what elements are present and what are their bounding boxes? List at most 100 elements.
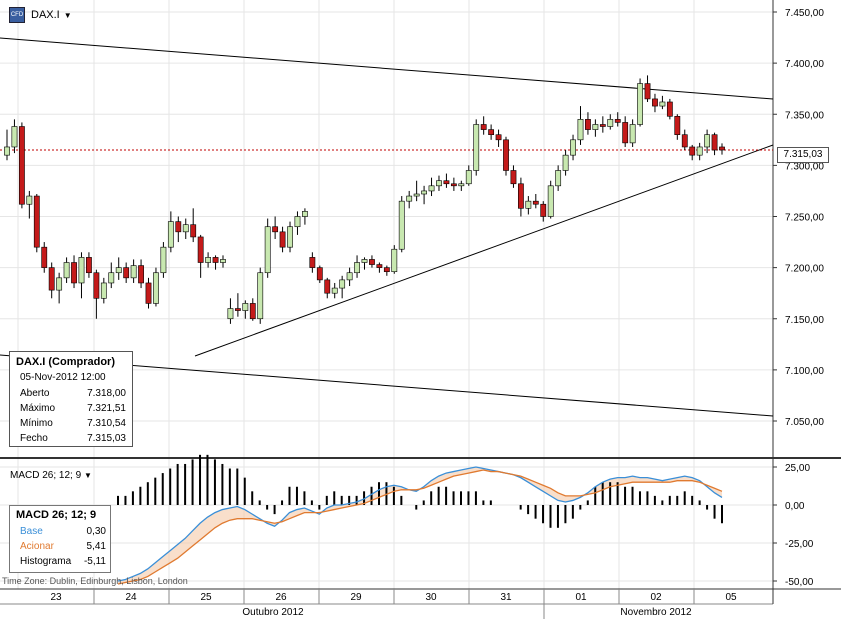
candle-body (294, 216, 301, 228)
candle-body (175, 221, 182, 233)
x-day-label: 30 (425, 592, 437, 603)
candle-body (666, 101, 673, 117)
candle-body (503, 139, 509, 171)
candle-body (138, 265, 144, 284)
candle-body (227, 308, 234, 320)
candle-body (659, 101, 666, 107)
candle-body (473, 124, 480, 171)
macd-box-title: MACD 26; 12; 9 (16, 509, 97, 521)
candle-body (585, 119, 591, 130)
candle-body (547, 185, 554, 217)
candle-body (495, 134, 502, 141)
macd-tick-label: 25,00 (785, 463, 810, 474)
candle-body (629, 124, 636, 144)
candle-body (48, 267, 55, 291)
candle-body (391, 248, 398, 273)
candle-body (63, 262, 70, 279)
candle-body (71, 262, 77, 284)
candle-body (264, 226, 271, 274)
candle-body (324, 279, 331, 294)
candle-body (644, 83, 651, 100)
candle-body (689, 146, 696, 156)
macd-row-trigger: Acionar 5,41 (20, 541, 106, 552)
price-tick-label: 7.200,00 (785, 264, 824, 275)
candle-body (130, 265, 137, 279)
x-day-label: 24 (125, 592, 137, 603)
x-day-label: 25 (200, 592, 212, 603)
candle-body (197, 236, 204, 263)
candle-body (622, 122, 629, 144)
x-month-label: Novembro 2012 (620, 607, 692, 618)
symbol-label[interactable]: DAX.I (31, 9, 60, 21)
upper-trendline (0, 37, 774, 100)
x-day-label: 23 (50, 592, 62, 603)
info-box-datetime: 05-Nov-2012 12:00 (20, 372, 106, 383)
macd-tick-label: -25,00 (785, 539, 814, 550)
candle-body (190, 224, 197, 238)
candle-body (570, 139, 576, 156)
candle-body (78, 257, 85, 284)
candle-body (302, 211, 308, 217)
candle-body (41, 246, 48, 268)
candle-body (421, 190, 427, 195)
candle-body (450, 183, 457, 187)
ohlc-info-box: DAX.I (Comprador) 05-Nov-2012 12:00 Aber… (9, 351, 133, 447)
chevron-down-icon[interactable]: ▼ (84, 471, 92, 480)
candle-body (339, 279, 346, 289)
candle-body (257, 272, 264, 320)
candle-body (4, 146, 10, 156)
candle-body (637, 83, 643, 125)
x-day-label: 26 (275, 592, 287, 603)
candle-body (287, 226, 293, 248)
candle-body (555, 170, 562, 187)
candle-body (592, 124, 599, 130)
candle-body (652, 98, 658, 107)
candle-body (599, 124, 606, 127)
candle-body (331, 287, 338, 294)
price-tick-label: 7.350,00 (785, 110, 824, 121)
candle-body (56, 277, 63, 291)
candle-body (100, 282, 107, 299)
candle-body (465, 170, 472, 185)
candle-body (234, 308, 241, 311)
candle-body (153, 272, 159, 304)
candle-body (525, 200, 532, 209)
candle-body (242, 303, 249, 311)
candle-body (346, 272, 353, 281)
macd-row-histogram: Histograma -5,11 (20, 556, 106, 567)
x-day-label: 29 (350, 592, 362, 603)
candle-body (160, 246, 167, 274)
candle-body (369, 259, 375, 265)
macd-indicator-header[interactable]: MACD 26; 12; 9 ▼ (10, 470, 92, 481)
candle-body (212, 257, 219, 263)
symbol-header[interactable]: CFD DAX.I ▼ (9, 7, 72, 23)
candle-body (220, 259, 226, 263)
candle-body (532, 200, 539, 205)
candle-body (398, 200, 405, 250)
info-box-title: DAX.I (Comprador) (16, 356, 115, 368)
candle-body (614, 119, 621, 123)
candle-body (316, 267, 323, 281)
price-tick-label: 7.250,00 (785, 213, 824, 224)
candle-body (18, 126, 25, 205)
chevron-down-icon[interactable]: ▼ (64, 11, 72, 20)
chart-canvas[interactable]: 7.450,00 7.400,00 7.350,00 7.300,00 7.250,00… (0, 0, 841, 619)
candle-body (562, 154, 569, 171)
candle-body (376, 264, 383, 268)
info-row-open: Aberto 7.318,00 (20, 388, 126, 399)
price-tick-label: 7.100,00 (785, 366, 824, 377)
candle-body (11, 126, 18, 148)
price-tick-label: 7.300,00 (785, 161, 824, 172)
candle-body (413, 193, 420, 197)
x-day-label: 01 (575, 592, 587, 603)
price-tick-label: 7.050,00 (785, 417, 824, 428)
candle-body (540, 203, 547, 217)
candle-body (86, 257, 92, 274)
candle-body (443, 180, 450, 185)
candle-body (681, 134, 688, 148)
timezone-label: Time Zone: Dublin, Edinburgh, Lisbon, Lo… (2, 576, 188, 586)
candle-body (361, 259, 368, 263)
candle-body (123, 267, 130, 279)
candle-body (33, 195, 40, 248)
candle-body (279, 231, 286, 248)
